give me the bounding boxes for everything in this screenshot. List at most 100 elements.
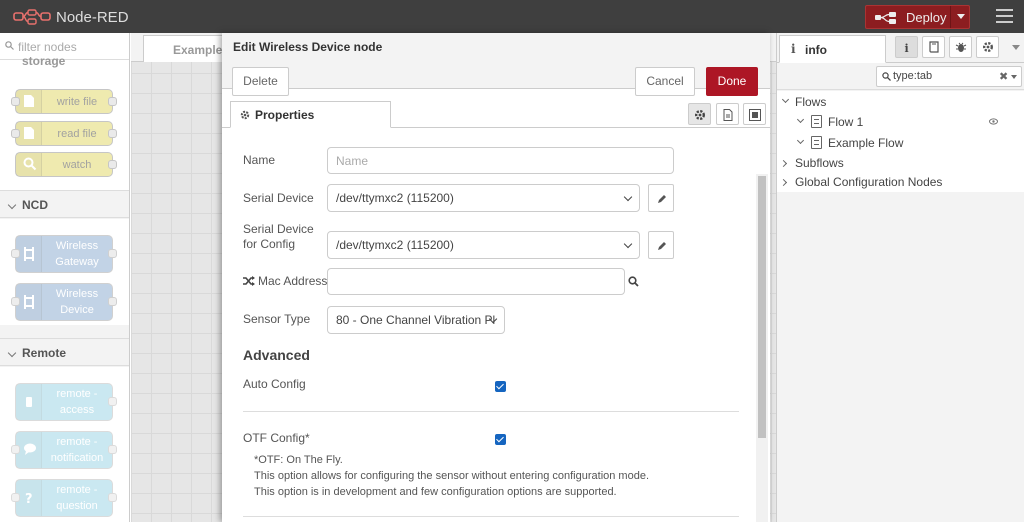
auto-config-label: Auto Config (243, 377, 306, 391)
info-tab-button[interactable]: i (895, 36, 918, 58)
palette-category-header-remote[interactable]: Remote (0, 338, 129, 366)
tree-item-flow[interactable]: Flow 1 (777, 112, 1024, 132)
question-icon: ? (25, 492, 33, 506)
serial-config-label: Serial Device for Config (243, 222, 314, 251)
palette-node-write-file[interactable]: write file (11, 89, 117, 114)
delete-button[interactable]: Delete (232, 67, 289, 96)
palette-search-placeholder: filter nodes (18, 40, 77, 54)
scrollbar-thumb[interactable] (758, 176, 766, 438)
bridge-icon (24, 295, 34, 309)
phone-icon (26, 397, 32, 407)
divider (243, 516, 739, 517)
chevron-down-icon (623, 239, 633, 249)
sidebar-menu-caret-icon[interactable] (1012, 45, 1020, 50)
sensor-type-select[interactable]: 80 - One Channel Vibration Pl (327, 306, 505, 334)
advanced-heading: Advanced (243, 347, 310, 363)
palette-category-storage: storage write file read file watch (0, 54, 129, 190)
node-settings-tab-button[interactable] (688, 103, 711, 125)
sidebar-search-value: type:tab (893, 70, 933, 82)
sidebar: i info i type:tab ✖ Flows Flow 1 Example… (776, 33, 1024, 522)
palette-node-wireless-gateway[interactable]: Wireless Gateway (11, 235, 117, 273)
serial-config-select[interactable]: /dev/ttymxc2 (115200) (327, 231, 640, 259)
pencil-icon (658, 242, 666, 250)
node-description-tab-button[interactable] (716, 103, 739, 125)
deploy-button[interactable]: Deploy (865, 5, 970, 29)
tab-properties[interactable]: Properties (230, 101, 391, 128)
deploy-icon (875, 12, 896, 24)
search-icon[interactable] (628, 276, 639, 287)
edit-serial-config-button[interactable] (648, 231, 674, 259)
comment-icon (24, 443, 36, 455)
otf-config-label: OTF Config* (243, 431, 310, 445)
form-scrollbar[interactable] (756, 174, 768, 522)
magnifier-icon (23, 157, 37, 170)
otf-note: This option allows for configuring the s… (254, 470, 650, 482)
eye-icon[interactable] (989, 118, 998, 125)
cancel-button[interactable]: Cancel (635, 67, 695, 96)
mac-address-label: Mac Address (243, 274, 327, 289)
workspace-tab[interactable]: Example (143, 35, 223, 62)
search-options-caret-icon[interactable] (1011, 75, 1017, 79)
name-label: Name (243, 153, 276, 167)
app-title: Node-RED (56, 9, 129, 26)
search-icon (5, 41, 14, 50)
file-icon (24, 126, 34, 139)
chevron-right-icon (779, 178, 788, 187)
palette-category-ncd: Wireless Gateway Wireless Device (0, 219, 129, 325)
main-menu-icon[interactable] (996, 9, 1013, 23)
config-nodes-tab-button[interactable] (976, 36, 999, 58)
serial-device-select[interactable]: /dev/ttymxc2 (115200) (327, 184, 640, 212)
tree-item-subflows[interactable]: Subflows (777, 153, 1024, 173)
chevron-down-icon (7, 200, 17, 210)
tree-item-global-config[interactable]: Global Configuration Nodes (777, 172, 1024, 192)
debug-tab-button[interactable] (949, 36, 972, 58)
otf-config-checkbox[interactable] (495, 434, 506, 445)
palette-category-label[interactable]: storage (22, 54, 65, 68)
app-header: Node-RED Deploy (0, 0, 1024, 33)
mac-address-input[interactable] (327, 268, 625, 295)
edit-serial-device-button[interactable] (648, 184, 674, 212)
sidebar-search-input[interactable]: type:tab ✖ (876, 66, 1022, 87)
tree-item-flow[interactable]: Example Flow (777, 133, 1024, 153)
name-input[interactable]: Name (327, 147, 674, 174)
file-text-icon (723, 109, 733, 121)
svg-text:?: ? (25, 492, 33, 506)
book-icon (929, 41, 939, 53)
deploy-label: Deploy (906, 10, 947, 25)
sidebar-tabs: i info i (777, 33, 1024, 63)
object-group-icon (749, 109, 761, 121)
tray-tabs: Properties (222, 101, 770, 128)
palette-node-remote-access[interactable]: remote - access (15, 383, 117, 421)
palette-node-watch[interactable]: watch (15, 152, 117, 177)
palette-node-read-file[interactable]: read file (11, 121, 117, 146)
palette-node-remote-notification[interactable]: remote - notification (11, 431, 117, 469)
palette-category-header-ncd[interactable]: NCD (0, 190, 129, 218)
chevron-down-icon (7, 348, 17, 358)
tab-info[interactable]: i info (779, 35, 886, 63)
gear-icon (695, 110, 705, 120)
gear-icon (240, 110, 250, 120)
clear-search-icon[interactable]: ✖ (999, 70, 1008, 83)
node-appearance-tab-button[interactable] (743, 103, 766, 125)
auto-config-checkbox[interactable] (495, 381, 506, 392)
random-icon (243, 276, 255, 286)
flow-icon (811, 115, 822, 128)
palette-category-remote: remote - access remote - notification ? … (0, 367, 129, 522)
sidebar-search-row: type:tab ✖ (777, 64, 1024, 90)
properties-form: Name Name Serial Device /dev/ttymxc2 (11… (222, 129, 770, 522)
palette-node-remote-question[interactable]: ? remote - question (11, 479, 117, 517)
chevron-down-icon (781, 95, 790, 104)
svg-text:i: i (905, 42, 909, 54)
file-icon (24, 94, 34, 107)
bug-icon (955, 42, 967, 52)
tray-header: Edit Wireless Device node Delete Cancel … (222, 33, 770, 96)
deploy-menu-caret-icon[interactable] (957, 14, 965, 19)
flow-icon (811, 136, 822, 149)
help-tab-button[interactable] (922, 36, 945, 58)
done-button[interactable]: Done (706, 67, 758, 96)
info-icon: i (905, 42, 909, 54)
bridge-icon (24, 247, 34, 261)
tray-title: Edit Wireless Device node (233, 40, 383, 54)
palette-node-wireless-device[interactable]: Wireless Device (11, 283, 117, 321)
tree-item-flows[interactable]: Flows (777, 92, 1024, 112)
